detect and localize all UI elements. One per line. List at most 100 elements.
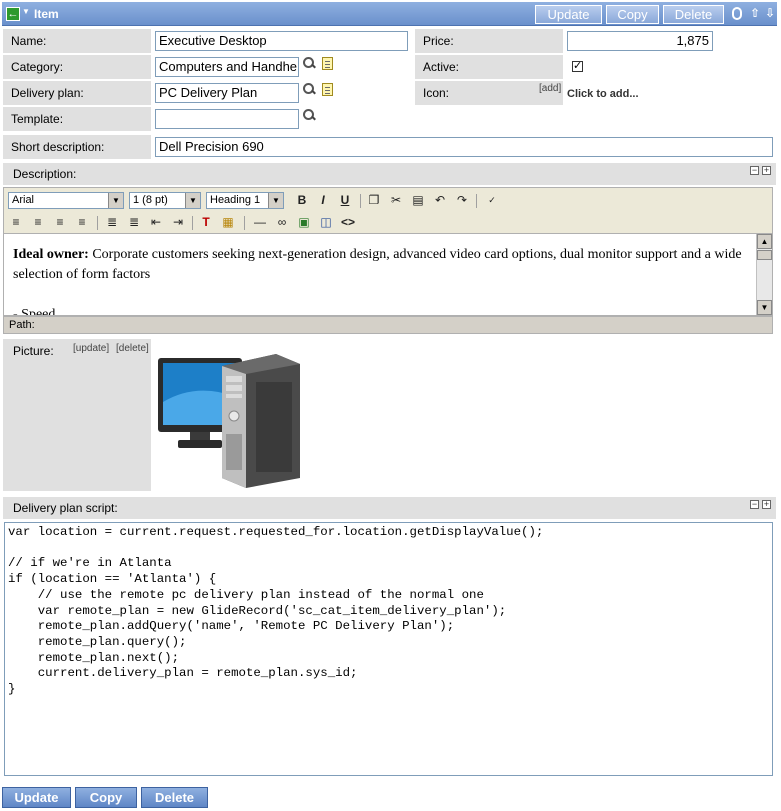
picture-delete-link[interactable]: [delete] bbox=[116, 343, 149, 354]
icon-label: Icon: [add] bbox=[414, 80, 564, 106]
description-bold-lead: Ideal owner: bbox=[13, 247, 89, 262]
horizontal-rule-icon[interactable]: — bbox=[252, 215, 268, 229]
short-description-input[interactable]: Dell Precision 690 bbox=[155, 137, 773, 157]
icon-label-text: Icon: bbox=[423, 86, 450, 100]
font-family-dropdown-icon[interactable]: ▼ bbox=[108, 193, 123, 208]
font-family-value: Arial bbox=[12, 194, 35, 206]
footer-update-button[interactable]: Update bbox=[2, 787, 71, 808]
description-scrollbar[interactable]: ▲ ▼ bbox=[756, 234, 772, 315]
price-label: Price: bbox=[414, 28, 564, 54]
delivery-script-section-header: Delivery plan script: bbox=[2, 496, 777, 520]
indent-icon[interactable]: ⇥ bbox=[170, 215, 186, 229]
toolbar-separator bbox=[476, 194, 477, 208]
format-select[interactable]: Heading 1 ▼ bbox=[206, 192, 284, 209]
align-center-icon[interactable]: ≡ bbox=[30, 215, 46, 229]
description-text: Corporate customers seeking next-generat… bbox=[13, 247, 742, 282]
description-blank-line bbox=[13, 285, 752, 305]
short-description-label: Short description: bbox=[2, 134, 152, 160]
picture-update-link[interactable]: [update] bbox=[73, 343, 109, 354]
description-editor[interactable]: Ideal owner: Corporate customers seeking… bbox=[3, 233, 773, 316]
underline-icon[interactable]: U bbox=[337, 193, 353, 207]
undo-icon[interactable]: ↶ bbox=[432, 193, 448, 207]
outdent-icon[interactable]: ⇤ bbox=[148, 215, 164, 229]
format-value: Heading 1 bbox=[210, 194, 261, 206]
align-left-icon[interactable]: ≡ bbox=[8, 215, 24, 229]
font-size-value: 1 (8 pt) bbox=[133, 194, 168, 206]
expand-plus-icon[interactable]: + bbox=[762, 166, 771, 175]
drive-bay-3 bbox=[226, 394, 242, 398]
name-label: Name: bbox=[2, 28, 152, 54]
move-down-arrow-icon[interactable]: ⇩ bbox=[765, 6, 775, 20]
copy-icon[interactable]: ❐ bbox=[366, 193, 382, 207]
cut-icon[interactable]: ✂ bbox=[388, 193, 404, 207]
redo-icon[interactable]: ↷ bbox=[454, 193, 470, 207]
header-delete-button[interactable]: Delete bbox=[663, 5, 724, 24]
delivery-plan-reference-doc-icon[interactable] bbox=[322, 83, 333, 96]
delivery-plan-lookup-search-icon[interactable] bbox=[303, 83, 315, 95]
font-size-select[interactable]: 1 (8 pt) ▼ bbox=[129, 192, 201, 209]
category-input[interactable]: Computers and Handhe bbox=[155, 57, 299, 77]
script-collapse-minus-icon[interactable]: − bbox=[750, 500, 759, 509]
category-label: Category: bbox=[2, 54, 152, 80]
name-input[interactable]: Executive Desktop bbox=[155, 31, 408, 51]
toolbar-separator bbox=[244, 216, 245, 230]
insert-image-icon[interactable]: ▣ bbox=[296, 215, 312, 229]
icon-add-link[interactable]: [add] bbox=[539, 83, 561, 94]
form-header: ← ▼ Item Update Copy Delete ⇧ ⇩ bbox=[2, 2, 777, 26]
spellcheck-icon[interactable]: ✓ bbox=[484, 193, 500, 207]
align-justify-icon[interactable]: ≡ bbox=[74, 215, 90, 229]
header-update-button[interactable]: Update bbox=[535, 5, 602, 24]
font-size-dropdown-icon[interactable]: ▼ bbox=[185, 193, 200, 208]
active-checkbox[interactable]: ✓ bbox=[572, 61, 583, 72]
dell-logo-icon bbox=[228, 410, 240, 422]
category-lookup-search-icon[interactable] bbox=[303, 57, 315, 69]
italic-icon[interactable]: I bbox=[315, 193, 331, 207]
header-copy-button[interactable]: Copy bbox=[606, 5, 659, 24]
script-expand-plus-icon[interactable]: + bbox=[762, 500, 771, 509]
scroll-up-arrow-icon[interactable]: ▲ bbox=[757, 234, 772, 249]
insert-table-icon[interactable]: ◫ bbox=[318, 215, 334, 229]
ordered-list-icon[interactable]: ≣ bbox=[104, 215, 120, 229]
move-up-arrow-icon[interactable]: ⇧ bbox=[750, 6, 760, 20]
picture-label: Picture: bbox=[13, 344, 54, 358]
description-label: Description: bbox=[13, 167, 77, 181]
icon-click-to-add-link[interactable]: Click to add... bbox=[567, 88, 639, 100]
drive-bay-1 bbox=[226, 376, 242, 382]
price-input[interactable]: 1,875 bbox=[567, 31, 713, 51]
drive-bay-2 bbox=[226, 385, 242, 391]
form-title: Item bbox=[34, 7, 59, 21]
template-input[interactable] bbox=[155, 109, 299, 129]
category-reference-doc-icon[interactable] bbox=[322, 57, 333, 70]
delivery-plan-input[interactable]: PC Delivery Plan bbox=[155, 83, 299, 103]
footer-copy-button[interactable]: Copy bbox=[75, 787, 137, 808]
align-right-icon[interactable]: ≡ bbox=[52, 215, 68, 229]
footer-delete-button[interactable]: Delete bbox=[141, 787, 208, 808]
format-dropdown-icon[interactable]: ▼ bbox=[268, 193, 283, 208]
toolbar-separator bbox=[360, 194, 361, 208]
delivery-script-textarea[interactable]: var location = current.request.requested… bbox=[4, 522, 773, 776]
tower-side-panel bbox=[256, 382, 292, 472]
active-label: Active: bbox=[414, 54, 564, 80]
scroll-thumb[interactable] bbox=[757, 250, 772, 260]
collapse-minus-icon[interactable]: − bbox=[750, 166, 759, 175]
paste-icon[interactable]: ▤ bbox=[410, 193, 426, 207]
font-family-select[interactable]: Arial ▼ bbox=[8, 192, 124, 209]
insert-link-icon[interactable]: ∞ bbox=[274, 215, 290, 229]
template-label: Template: bbox=[2, 106, 152, 132]
text-color-icon[interactable]: T bbox=[198, 215, 214, 229]
monitor-stand bbox=[178, 440, 222, 448]
background-color-icon[interactable]: ▦ bbox=[220, 215, 236, 229]
delivery-script-label: Delivery plan script: bbox=[13, 501, 118, 515]
unordered-list-icon[interactable]: ≣ bbox=[126, 215, 142, 229]
description-section-header: Description: bbox=[2, 162, 777, 186]
template-lookup-search-icon[interactable] bbox=[303, 109, 315, 121]
context-menu-caret-icon[interactable]: ▼ bbox=[22, 7, 30, 16]
html-source-icon[interactable]: <> bbox=[340, 215, 356, 229]
bold-icon[interactable]: B bbox=[294, 193, 310, 207]
attachment-paperclip-icon[interactable] bbox=[732, 7, 742, 20]
toolbar-separator bbox=[97, 216, 98, 230]
back-arrow-icon[interactable]: ← bbox=[6, 7, 20, 21]
product-desktop-image bbox=[158, 354, 300, 488]
scroll-down-arrow-icon[interactable]: ▼ bbox=[757, 300, 772, 315]
description-list-item: - Speed bbox=[13, 307, 56, 316]
